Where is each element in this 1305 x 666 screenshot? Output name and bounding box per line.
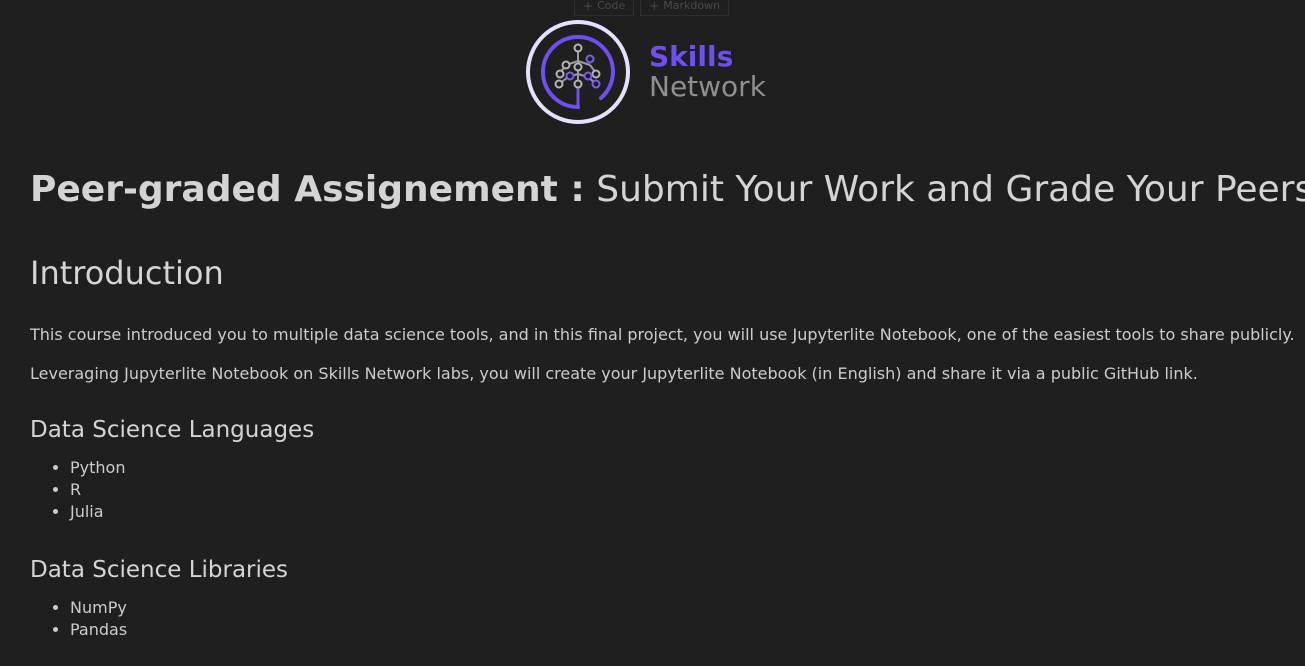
list-item: Pandas bbox=[70, 619, 1280, 641]
page-title-rest: Submit Your Work and Grade Your Peers bbox=[584, 169, 1305, 210]
skills-network-logo: Skills Network bbox=[525, 18, 766, 126]
libraries-list: NumPy Pandas bbox=[30, 597, 1280, 641]
notebook-page: + Code + Markdown Skills Network Peer-gr… bbox=[0, 0, 1305, 666]
languages-list: Python R Julia bbox=[30, 457, 1280, 523]
add-code-cell-button[interactable]: + Code bbox=[574, 0, 635, 16]
languages-heading: Data Science Languages bbox=[30, 417, 315, 443]
skills-network-logo-icon bbox=[526, 20, 630, 124]
plus-icon: + bbox=[583, 0, 594, 13]
list-item: Julia bbox=[70, 501, 1280, 523]
add-code-label: Code bbox=[597, 0, 626, 12]
introduction-heading: Introduction bbox=[30, 254, 224, 292]
cell-insert-toolbar: + Code + Markdown bbox=[574, 0, 730, 16]
logo-wordmark: Skills Network bbox=[649, 42, 766, 102]
intro-paragraph-1: This course introduced you to multiple d… bbox=[30, 325, 1295, 344]
logo-word-skills: Skills bbox=[649, 40, 734, 73]
page-title: Peer-graded Assignement : Submit Your Wo… bbox=[30, 160, 1305, 220]
add-markdown-cell-button[interactable]: + Markdown bbox=[640, 0, 730, 16]
libraries-heading: Data Science Libraries bbox=[30, 557, 289, 583]
list-item: Python bbox=[70, 457, 1280, 479]
page-title-bold: Peer-graded Assignement : bbox=[30, 169, 585, 210]
plus-icon: + bbox=[649, 0, 660, 13]
logo-word-network: Network bbox=[649, 70, 766, 103]
markdown-cell-output: Peer-graded Assignement : Submit Your Wo… bbox=[30, 160, 1305, 641]
add-markdown-label: Markdown bbox=[663, 0, 721, 12]
intro-paragraph-2: Leveraging Jupyterlite Notebook on Skill… bbox=[30, 364, 1198, 383]
list-item: NumPy bbox=[70, 597, 1280, 619]
list-item: R bbox=[70, 479, 1280, 501]
